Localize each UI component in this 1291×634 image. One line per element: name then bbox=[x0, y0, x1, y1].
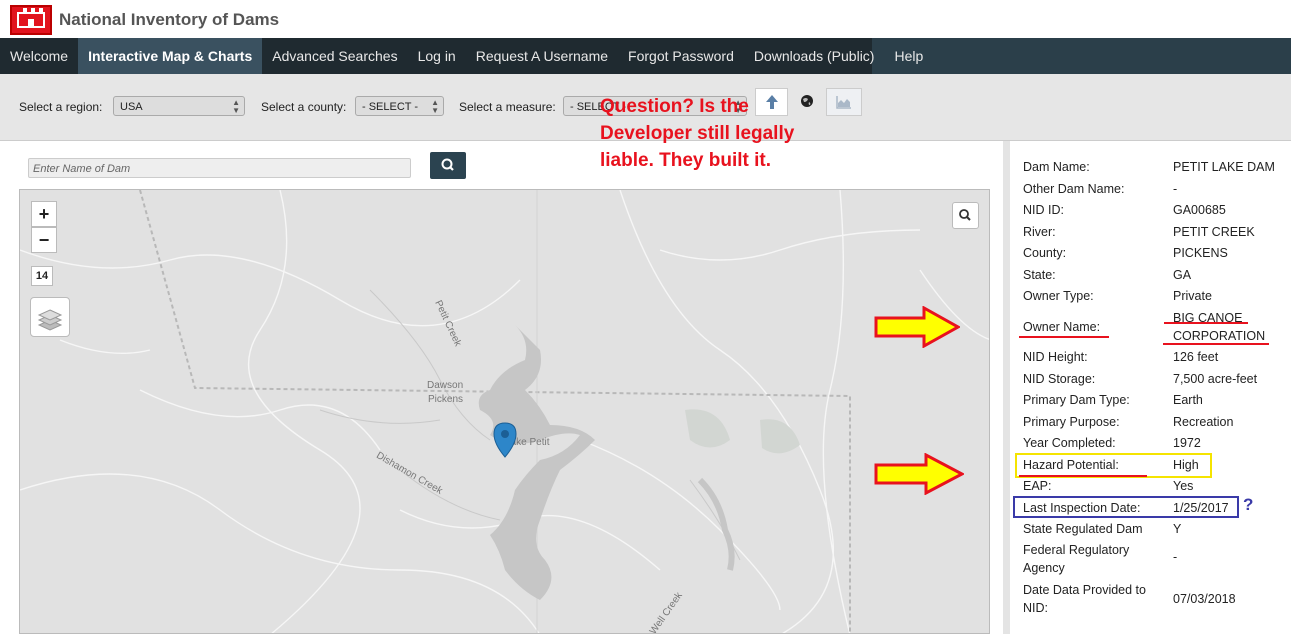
field-label: Federal Regulatory bbox=[1023, 543, 1130, 557]
nav-request-username[interactable]: Request A Username bbox=[466, 38, 618, 74]
usace-castle-logo[interactable] bbox=[10, 5, 52, 35]
owner-name-value-line-2: CORPORATION bbox=[1173, 329, 1266, 343]
field-value: 1972 bbox=[1173, 436, 1201, 450]
site-title[interactable]: National Inventory of Dams bbox=[59, 10, 279, 30]
nav-advanced-searches[interactable]: Advanced Searches bbox=[262, 38, 407, 74]
nav-downloads-public[interactable]: Downloads (Public) bbox=[744, 38, 885, 74]
field-label-line-2: NID: bbox=[1023, 601, 1048, 615]
field-label: Dam Name: bbox=[1023, 160, 1090, 174]
dam-info-panel: Dam Name: PETIT LAKE DAM Other Dam Name:… bbox=[1010, 141, 1291, 634]
annotation-line-2: Developer still legally bbox=[600, 123, 795, 144]
select-arrows-icon: ▲ ▼ bbox=[232, 98, 240, 115]
field-value: GA bbox=[1173, 268, 1192, 282]
select-arrows-icon: ▲ ▼ bbox=[431, 98, 439, 115]
question-annotation: Question? Is the Developer still legally… bbox=[600, 93, 880, 174]
map-label-pickens: Pickens bbox=[428, 394, 464, 405]
field-label: State: bbox=[1023, 268, 1056, 282]
region-select[interactable]: USA ▲ ▼ bbox=[113, 96, 245, 116]
question-mark: ? bbox=[1243, 495, 1254, 514]
field-label: NID Storage: bbox=[1023, 372, 1096, 386]
zoom-in-button[interactable]: + bbox=[31, 201, 57, 227]
site-header: National Inventory of Dams bbox=[0, 0, 1291, 38]
owner-name-label: Owner Name: bbox=[1023, 320, 1101, 334]
dam-location-pin-icon[interactable] bbox=[493, 422, 517, 458]
nav-forgot-password[interactable]: Forgot Password bbox=[618, 38, 744, 74]
search-button[interactable] bbox=[430, 152, 466, 179]
field-value: Earth bbox=[1173, 393, 1203, 407]
field-value: - bbox=[1173, 182, 1178, 196]
nav-help[interactable]: Help bbox=[884, 38, 933, 74]
county-label: Select a county: bbox=[261, 100, 347, 114]
county-select-value: - SELECT - bbox=[362, 101, 419, 113]
field-label: NID Height: bbox=[1023, 350, 1088, 364]
owner-name-value-underline bbox=[1164, 322, 1248, 324]
field-label: Owner Type: bbox=[1023, 289, 1094, 303]
field-value: Private bbox=[1173, 289, 1212, 303]
nav-interactive-map-charts[interactable]: Interactive Map & Charts bbox=[78, 38, 263, 74]
search-icon bbox=[441, 158, 454, 171]
field-label: Date Data Provided to bbox=[1023, 583, 1146, 597]
field-value: Recreation bbox=[1173, 415, 1234, 429]
owner-name-label-underline bbox=[1019, 336, 1109, 338]
panel-divider[interactable] bbox=[1003, 141, 1010, 634]
field-value: 07/03/2018 bbox=[1173, 592, 1236, 606]
interactive-map[interactable]: Petit Creek Dawson Pickens Lake Petit Di… bbox=[19, 189, 990, 634]
layers-button[interactable] bbox=[30, 297, 70, 337]
field-value: PETIT LAKE DAM bbox=[1173, 160, 1275, 174]
yellow-arrow-owner-icon bbox=[874, 306, 960, 348]
map-label-dawson: Dawson bbox=[427, 380, 464, 391]
inspection-highlight-box bbox=[1013, 496, 1239, 518]
dam-name-search-input[interactable]: Enter Name of Dam bbox=[28, 158, 411, 178]
zoom-level-indicator: 14 bbox=[31, 266, 53, 286]
county-select[interactable]: - SELECT - ▲ ▼ bbox=[355, 96, 444, 116]
field-label: Year Completed: bbox=[1023, 436, 1116, 450]
field-value: PETIT CREEK bbox=[1173, 225, 1255, 239]
field-value: 7,500 acre-feet bbox=[1173, 372, 1258, 386]
field-value: Y bbox=[1173, 522, 1182, 536]
hazard-label-underline bbox=[1019, 475, 1147, 477]
layers-icon bbox=[37, 309, 63, 331]
field-label: State Regulated Dam bbox=[1023, 522, 1143, 536]
measure-label: Select a measure: bbox=[459, 100, 556, 114]
nav-log-in[interactable]: Log in bbox=[408, 38, 466, 74]
field-label: County: bbox=[1023, 246, 1067, 260]
field-value: PICKENS bbox=[1173, 246, 1228, 260]
nav-welcome[interactable]: Welcome bbox=[0, 38, 78, 74]
field-value: GA00685 bbox=[1173, 203, 1226, 217]
search-icon bbox=[959, 209, 971, 221]
region-select-value: USA bbox=[120, 101, 143, 113]
annotation-line-3: liable. They built it. bbox=[600, 150, 772, 171]
yellow-arrow-hazard-icon bbox=[874, 453, 964, 495]
field-label: Primary Dam Type: bbox=[1023, 393, 1130, 407]
field-value: 126 feet bbox=[1173, 350, 1219, 364]
field-label: EAP: bbox=[1023, 479, 1052, 493]
field-label: River: bbox=[1023, 225, 1056, 239]
map-terrain bbox=[20, 190, 989, 633]
zoom-out-button[interactable]: − bbox=[31, 227, 57, 253]
region-label: Select a region: bbox=[19, 100, 103, 114]
field-label-line-2: Agency bbox=[1023, 561, 1065, 575]
field-label: NID ID: bbox=[1023, 203, 1064, 217]
annotation-line-1: Question? Is the bbox=[600, 96, 749, 117]
field-label: Other Dam Name: bbox=[1023, 182, 1125, 196]
main-nav: Welcome Interactive Map & Charts Advance… bbox=[0, 38, 1291, 74]
field-label: Primary Purpose: bbox=[1023, 415, 1120, 429]
map-search-button[interactable] bbox=[952, 202, 979, 229]
field-value: - bbox=[1173, 550, 1178, 564]
field-value: Yes bbox=[1173, 479, 1194, 493]
owner-name-value-underline-2 bbox=[1163, 343, 1269, 345]
